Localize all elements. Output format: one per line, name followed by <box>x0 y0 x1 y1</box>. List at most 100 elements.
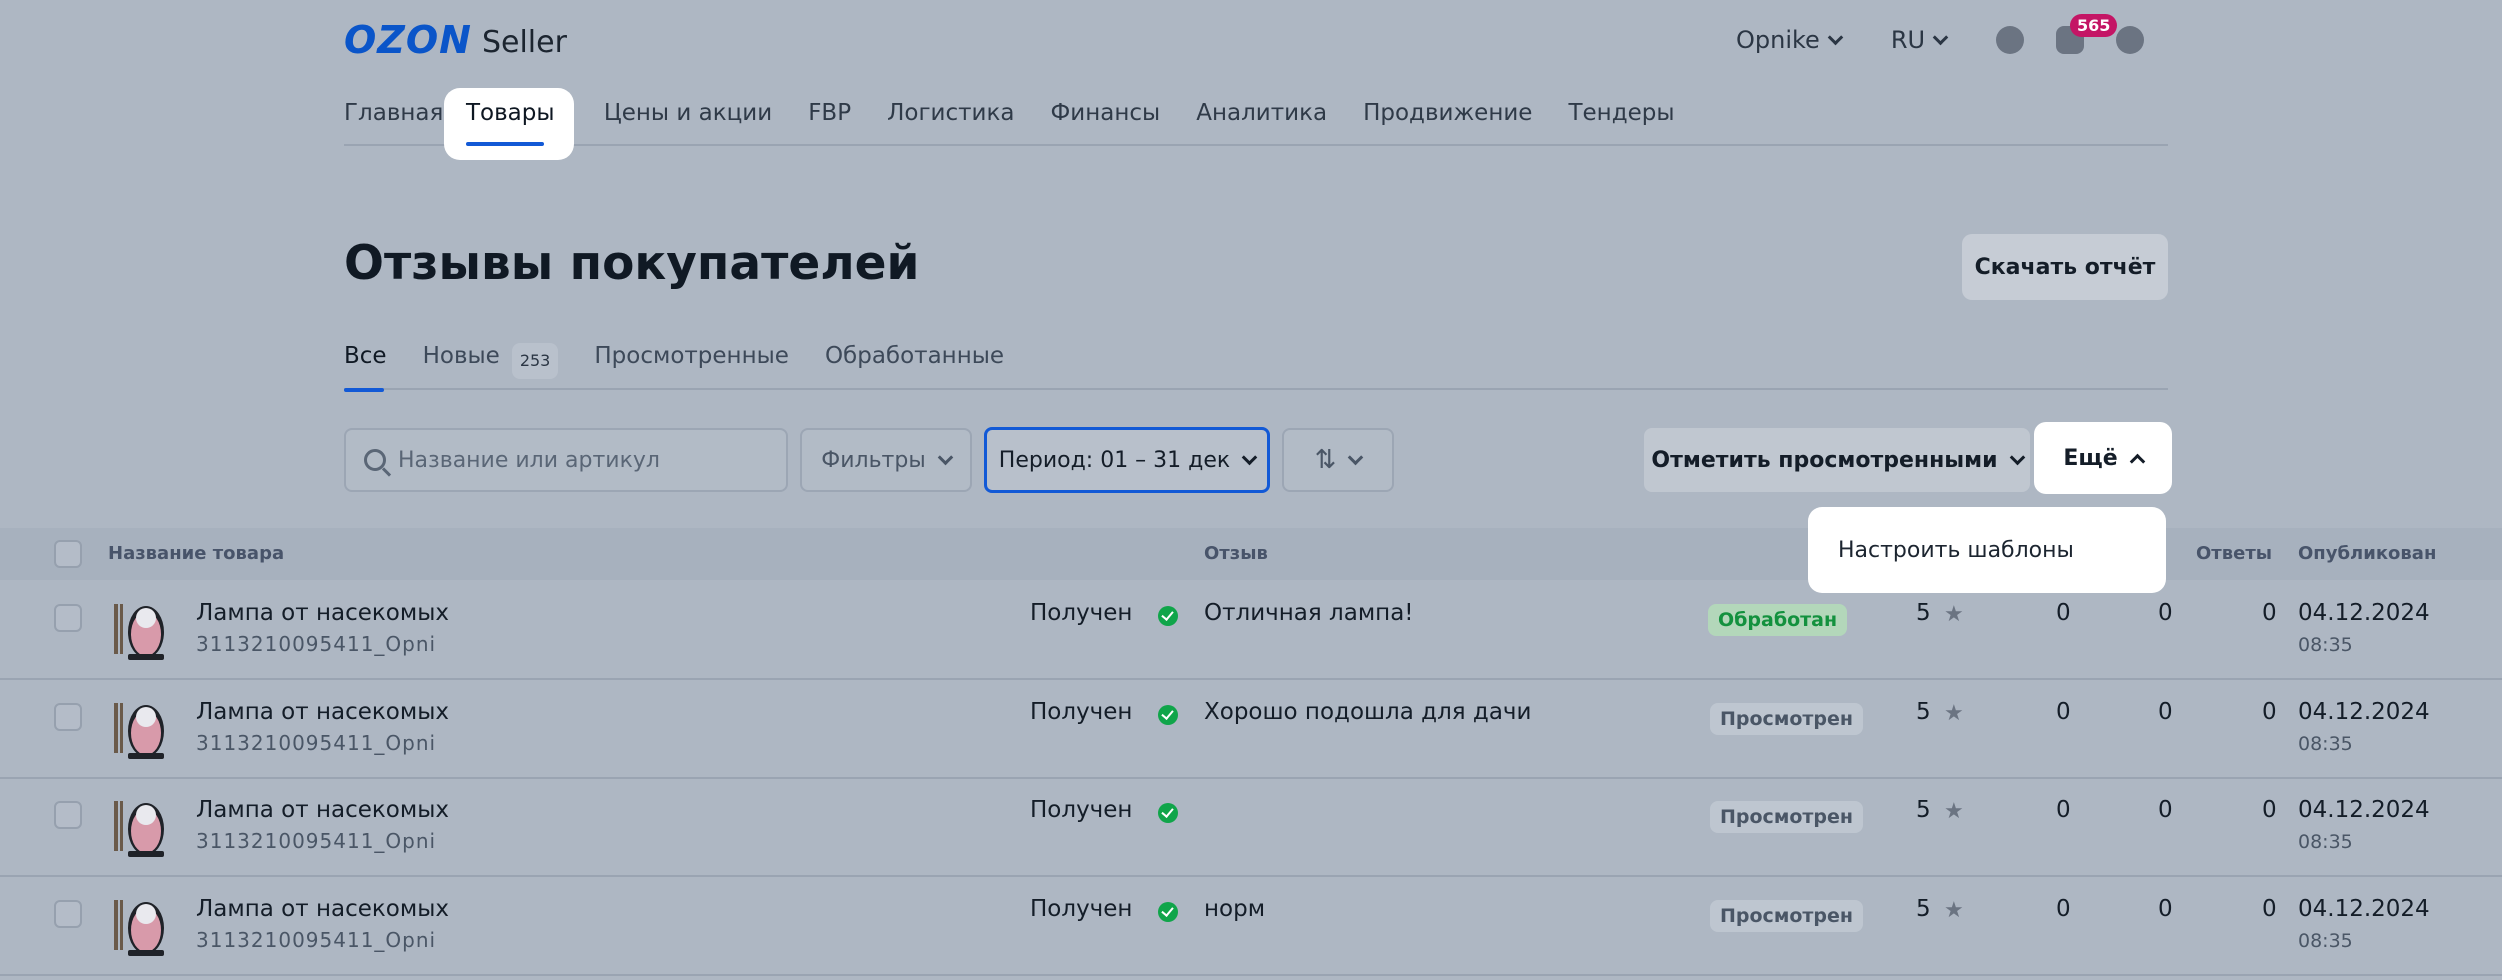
sort-icon: ⇅ <box>1314 445 1337 475</box>
product-thumbnail <box>114 604 164 660</box>
nav-item-products[interactable]: Товары <box>466 100 555 126</box>
company-name: Opnike <box>1736 26 1820 54</box>
published-time: 08:35 <box>2298 930 2353 952</box>
profile-icon[interactable] <box>1996 26 2025 54</box>
rating-value: 5 <box>1916 699 1931 725</box>
main-nav: Главная Товары Цены и акции FBP Логистик… <box>344 90 2168 146</box>
rating-value: 5 <box>1916 600 1931 626</box>
table-row[interactable]: Лампа от насекомых 3113210095411_Opni По… <box>0 582 2502 680</box>
mark-viewed-button[interactable]: Отметить просмотренными <box>1644 428 2030 492</box>
nav-item-finance[interactable]: Финансы <box>1050 90 1160 144</box>
received-status: Получен <box>1030 600 1133 626</box>
tab-new[interactable]: Новые 253 <box>423 340 559 388</box>
count-cell: 0 <box>2056 600 2071 626</box>
row-checkbox[interactable] <box>54 604 82 632</box>
published-date: 04.12.2024 <box>2298 600 2430 626</box>
product-name[interactable]: Лампа от насекомых <box>196 699 449 725</box>
table-row[interactable]: Лампа от насекомых 3113210095411_Opni По… <box>0 779 2502 877</box>
count-cell: 0 <box>2158 896 2173 922</box>
nav-item-fbp[interactable]: FBP <box>808 90 851 144</box>
column-review: Отзыв <box>1204 543 1268 564</box>
chevron-down-icon <box>1932 29 1949 45</box>
received-status: Получен <box>1030 699 1133 725</box>
status-badge: Просмотрен <box>1710 801 1864 833</box>
tab-viewed-label: Просмотренные <box>594 343 789 369</box>
more-dropdown-menu: Настроить шаблоны <box>1808 507 2166 593</box>
nav-active-indicator <box>466 142 544 146</box>
company-selector[interactable]: Opnike <box>1736 26 1844 54</box>
row-checkbox[interactable] <box>54 801 82 829</box>
period-label: Период: 01 – 31 дек <box>998 447 1231 473</box>
column-answers: Ответы <box>2196 543 2273 564</box>
count-cell: 0 <box>2158 600 2173 626</box>
help-icon[interactable] <box>2116 26 2145 54</box>
page-title: Отзывы покупателей <box>344 236 920 291</box>
more-label: Ещё <box>2063 445 2118 471</box>
table-row[interactable]: Лампа от насекомых 3113210095411_Opni По… <box>0 878 2502 976</box>
check-circle-icon <box>1158 803 1178 823</box>
column-product: Название товара <box>108 543 285 564</box>
status-badge: Обработан <box>1708 604 1848 636</box>
column-published: Опубликован <box>2298 543 2437 564</box>
nav-item-promotion[interactable]: Продвижение <box>1363 90 1532 144</box>
logo-seller-text: Seller <box>481 25 567 60</box>
nav-item-tenders[interactable]: Тендеры <box>1568 90 1674 144</box>
nav-item-logistics[interactable]: Логистика <box>887 90 1014 144</box>
product-name[interactable]: Лампа от насекомых <box>196 600 449 626</box>
published-time: 08:35 <box>2298 733 2353 755</box>
answers-count: 0 <box>2262 896 2277 922</box>
language-label: RU <box>1890 26 1926 54</box>
rating-value: 5 <box>1916 797 1931 823</box>
period-selector[interactable]: Период: 01 – 31 дек <box>984 427 1270 493</box>
review-text[interactable]: Хорошо подошла для дачи <box>1204 699 1531 725</box>
search-icon <box>364 449 386 471</box>
count-cell: 0 <box>2056 797 2071 823</box>
tab-new-label: Новые <box>422 343 500 369</box>
check-circle-icon <box>1158 606 1178 626</box>
ozon-seller-logo[interactable]: OZON Seller <box>344 20 567 60</box>
nav-item-analytics[interactable]: Аналитика <box>1196 90 1327 144</box>
download-report-button[interactable]: Скачать отчёт <box>1962 234 2168 300</box>
review-text[interactable]: Отличная лампа! <box>1204 600 1414 626</box>
tab-all-label: Все <box>344 343 387 369</box>
row-checkbox[interactable] <box>54 703 82 731</box>
published-date: 04.12.2024 <box>2298 896 2430 922</box>
product-thumbnail <box>114 900 164 956</box>
product-sku: 3113210095411_Opni <box>196 632 437 656</box>
review-tabs: Все Новые 253 Просмотренные Обработанные <box>344 340 2168 392</box>
check-circle-icon <box>1158 705 1178 725</box>
rating-value: 5 <box>1916 896 1931 922</box>
search-input[interactable]: Название или артикул <box>344 428 788 492</box>
search-placeholder: Название или артикул <box>398 447 660 473</box>
menu-item-configure-templates[interactable]: Настроить шаблоны <box>1838 538 2074 563</box>
review-text[interactable]: норм <box>1204 896 1265 922</box>
product-sku: 3113210095411_Opni <box>196 829 437 853</box>
answers-count: 0 <box>2262 600 2277 626</box>
nav-item-prices[interactable]: Цены и акции <box>604 90 772 144</box>
tab-new-count: 253 <box>511 343 559 379</box>
more-button[interactable]: Ещё <box>2034 422 2172 494</box>
table-row[interactable]: Лампа от насекомых 3113210095411_Opni По… <box>0 681 2502 779</box>
count-cell: 0 <box>2158 797 2173 823</box>
product-name[interactable]: Лампа от насекомых <box>196 797 449 823</box>
mark-viewed-label: Отметить просмотренными <box>1651 447 1998 473</box>
received-status: Получен <box>1030 896 1133 922</box>
tab-processed[interactable]: Обработанные <box>825 340 1004 388</box>
product-name[interactable]: Лампа от насекомых <box>196 896 449 922</box>
select-all-checkbox[interactable] <box>54 540 82 568</box>
tab-processed-label: Обработанные <box>824 343 1005 369</box>
row-checkbox[interactable] <box>54 900 82 928</box>
logo-ozon-text: OZON <box>344 18 472 62</box>
status-badge: Просмотрен <box>1710 900 1864 932</box>
published-time: 08:35 <box>2298 831 2353 853</box>
sort-button[interactable]: ⇅ <box>1282 428 1394 492</box>
tab-all[interactable]: Все <box>344 340 387 392</box>
chevron-down-icon <box>2009 449 2025 465</box>
filters-button[interactable]: Фильтры <box>800 428 972 492</box>
published-date: 04.12.2024 <box>2298 699 2430 725</box>
tab-viewed[interactable]: Просмотренные <box>594 340 789 388</box>
language-selector[interactable]: RU <box>1890 26 1949 54</box>
received-status: Получен <box>1030 797 1133 823</box>
check-circle-icon <box>1158 902 1178 922</box>
nav-item-home[interactable]: Главная <box>344 90 443 144</box>
